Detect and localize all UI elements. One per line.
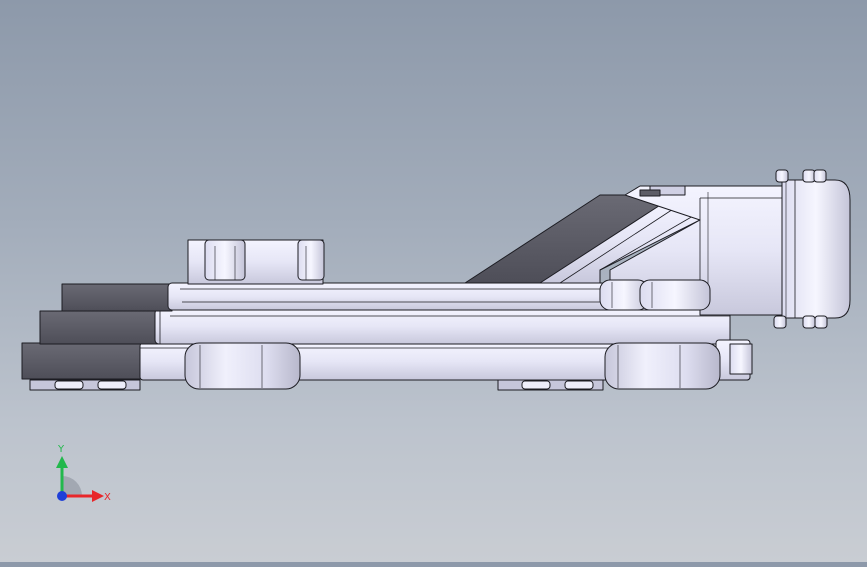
tier3-dark-face	[61, 283, 173, 312]
y-axis-label: Y	[57, 444, 65, 455]
pin-bottom-right	[814, 315, 828, 329]
z-axis-dot-icon	[57, 491, 67, 501]
turret-tab-right	[297, 239, 325, 281]
pin-bottom-left	[773, 315, 787, 329]
tier2-dark-face	[39, 310, 161, 345]
coordinate-triad: Y X	[40, 436, 120, 516]
end-cap	[781, 179, 851, 319]
base-dark-slab	[21, 342, 145, 380]
tier2-plate	[154, 308, 731, 345]
pin-top-left	[775, 169, 789, 183]
pin-top-mid	[802, 169, 816, 183]
x-axis-label: X	[104, 492, 111, 503]
pin-bottom-mid	[802, 315, 816, 329]
turret-tab-left	[204, 239, 246, 281]
foot-right	[604, 342, 721, 390]
foot-left	[184, 342, 301, 390]
part-model	[21, 169, 851, 391]
cad-model-view[interactable]	[0, 0, 867, 562]
pin-top-right	[813, 169, 827, 183]
model-viewport[interactable]	[0, 0, 867, 562]
